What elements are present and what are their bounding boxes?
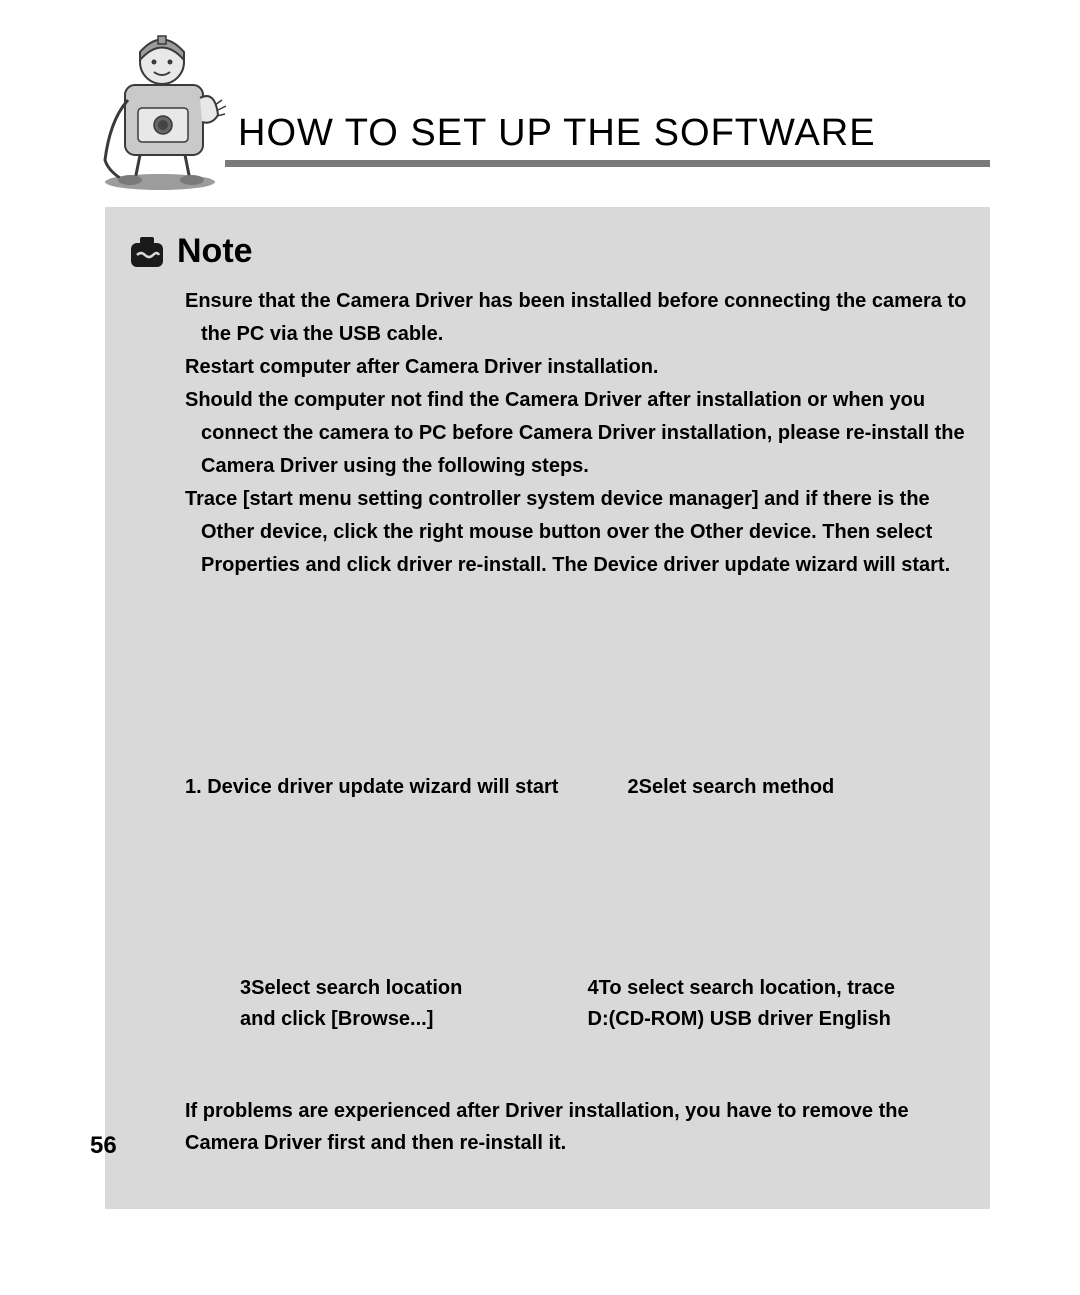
mascot-illustration: [90, 30, 230, 190]
step-text: and click [Browse...]: [240, 1004, 568, 1035]
step-2: 2Selet search method: [588, 772, 971, 803]
note-icon: [125, 233, 169, 271]
page-title: HOW TO SET UP THE SOFTWARE: [230, 112, 876, 190]
note-paragraph: Ensure that the Camera Driver has been i…: [185, 285, 980, 351]
note-paragraph: Restart computer after Camera Driver ins…: [185, 351, 980, 384]
note-body: Ensure that the Camera Driver has been i…: [125, 285, 980, 582]
final-note: If problems are experienced after Driver…: [125, 1035, 980, 1159]
steps-grid: 1. Device driver update wizard will star…: [125, 752, 980, 1035]
page-number: 56: [90, 1132, 117, 1160]
note-box: Note Ensure that the Camera Driver has b…: [105, 207, 990, 1209]
step-1: 1. Device driver update wizard will star…: [185, 772, 568, 803]
step-text: 4To select search location, trace: [588, 973, 971, 1004]
step-text: 2Selet search method: [628, 776, 835, 798]
note-paragraph: Should the computer not find the Camera …: [185, 384, 980, 483]
step-3: 3Select search location and click [Brows…: [185, 973, 568, 1035]
note-paragraph: Trace [start menu setting controller sys…: [185, 483, 980, 582]
step-4: 4To select search location, trace D:(CD-…: [588, 973, 971, 1035]
step-text: 3Select search location: [240, 973, 568, 1004]
note-label: Note: [177, 232, 253, 271]
step-text: D:(CD-ROM) USB driver English: [588, 1004, 971, 1035]
step-text: 1. Device driver update wizard will star…: [185, 776, 558, 798]
